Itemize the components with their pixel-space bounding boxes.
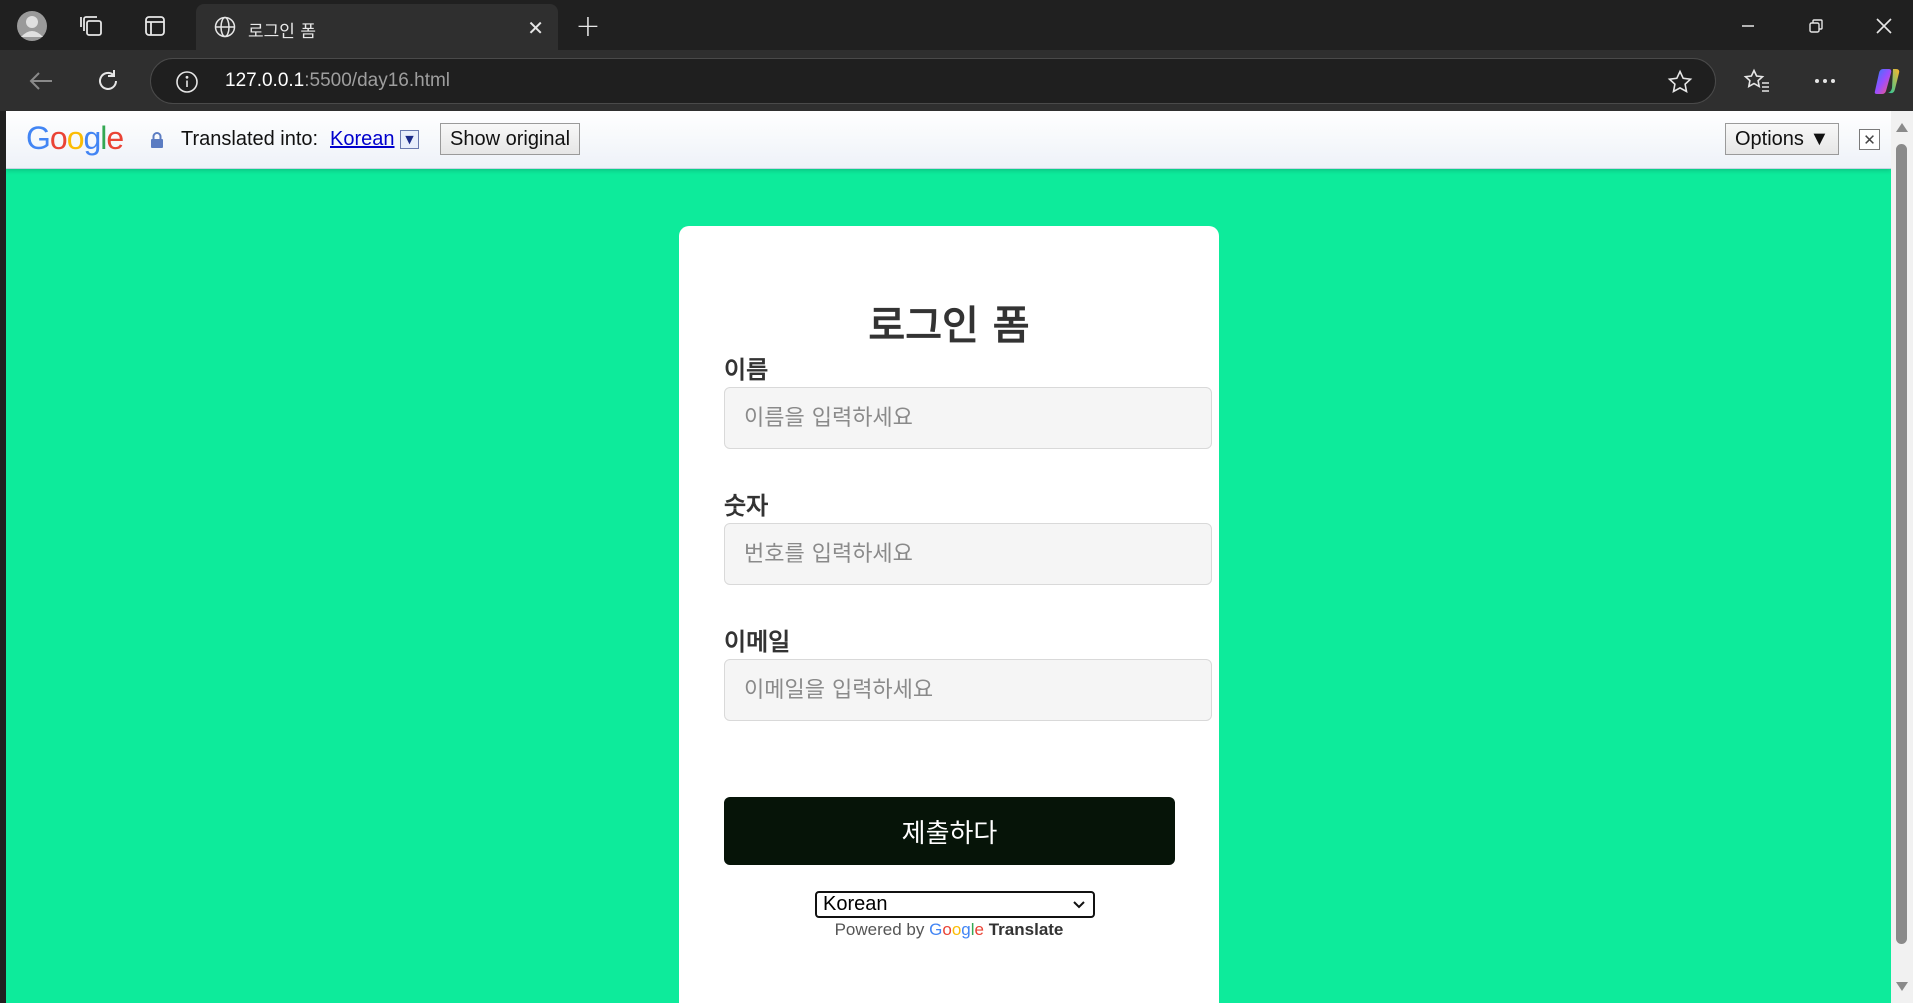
reload-icon[interactable] (89, 62, 127, 100)
email-input[interactable] (724, 659, 1212, 721)
language-select[interactable]: Korean (815, 891, 1095, 918)
page-viewport: Google Translated into: Korean ▼ Show or… (6, 111, 1891, 1003)
vertical-scrollbar[interactable] (1891, 111, 1913, 1003)
form-title: 로그인 폼 (868, 303, 1030, 349)
tab-actions-icon[interactable] (137, 8, 173, 44)
site-info-icon[interactable] (175, 70, 199, 98)
number-input[interactable] (724, 523, 1212, 585)
email-label: 이메일 (724, 628, 791, 656)
name-label: 이름 (724, 356, 769, 384)
translated-into-label: Translated into: (181, 128, 319, 150)
target-language-link[interactable]: Korean (330, 128, 395, 151)
minimize-icon[interactable] (1728, 8, 1768, 44)
google-logo: Google (26, 120, 124, 156)
google-translate-bar: Google Translated into: Korean ▼ Show or… (6, 111, 1891, 169)
close-translate-bar-icon[interactable]: ✕ (1859, 129, 1880, 150)
options-button[interactable]: Options ▼ (1725, 123, 1840, 155)
submit-button[interactable]: 제출하다 (724, 797, 1175, 865)
favorites-icon[interactable] (1738, 62, 1776, 100)
name-input[interactable] (724, 387, 1212, 449)
address-bar[interactable]: 127.0.0.1:5500/day16.html (150, 58, 1716, 104)
profile-avatar-icon[interactable] (14, 8, 50, 44)
powered-by-google-translate: Powered by Google Translate (679, 920, 1219, 940)
copilot-icon[interactable] (1868, 62, 1906, 100)
tab-title: 로그인 폼 (248, 22, 316, 42)
browser-title-bar: 로그인 폼 ✕ + (0, 0, 1913, 50)
lock-icon (150, 132, 164, 153)
chevron-down-icon (1071, 895, 1087, 918)
show-original-button[interactable]: Show original (440, 123, 581, 155)
language-select-value: Korean (823, 893, 888, 915)
browser-tab[interactable]: 로그인 폼 ✕ (196, 4, 558, 50)
url-text: 127.0.0.1:5500/day16.html (225, 70, 451, 91)
workspaces-icon[interactable] (74, 8, 110, 44)
google-wordmark: Google (929, 920, 984, 939)
new-tab-icon[interactable]: + (570, 8, 606, 44)
powered-by-text: Powered by (834, 920, 925, 939)
scroll-up-icon[interactable] (1896, 123, 1908, 132)
globe-icon (214, 16, 236, 42)
number-label: 숫자 (724, 492, 769, 520)
back-icon[interactable] (22, 62, 60, 100)
scroll-down-icon[interactable] (1896, 982, 1908, 991)
restore-icon[interactable] (1796, 8, 1836, 44)
browser-nav-bar: 127.0.0.1:5500/day16.html (0, 50, 1913, 111)
favorite-star-icon[interactable] (1667, 69, 1693, 99)
login-form-card: 로그인 폼 이름 숫자 이메일 제출하다 Korean Powered by G… (679, 226, 1219, 1003)
close-window-icon[interactable] (1864, 8, 1904, 44)
more-menu-icon[interactable] (1806, 62, 1844, 100)
language-dropdown-icon[interactable]: ▼ (400, 130, 419, 149)
translate-text: Translate (988, 920, 1064, 939)
scrollbar-thumb[interactable] (1896, 144, 1907, 944)
tab-close-icon[interactable]: ✕ (527, 16, 544, 40)
